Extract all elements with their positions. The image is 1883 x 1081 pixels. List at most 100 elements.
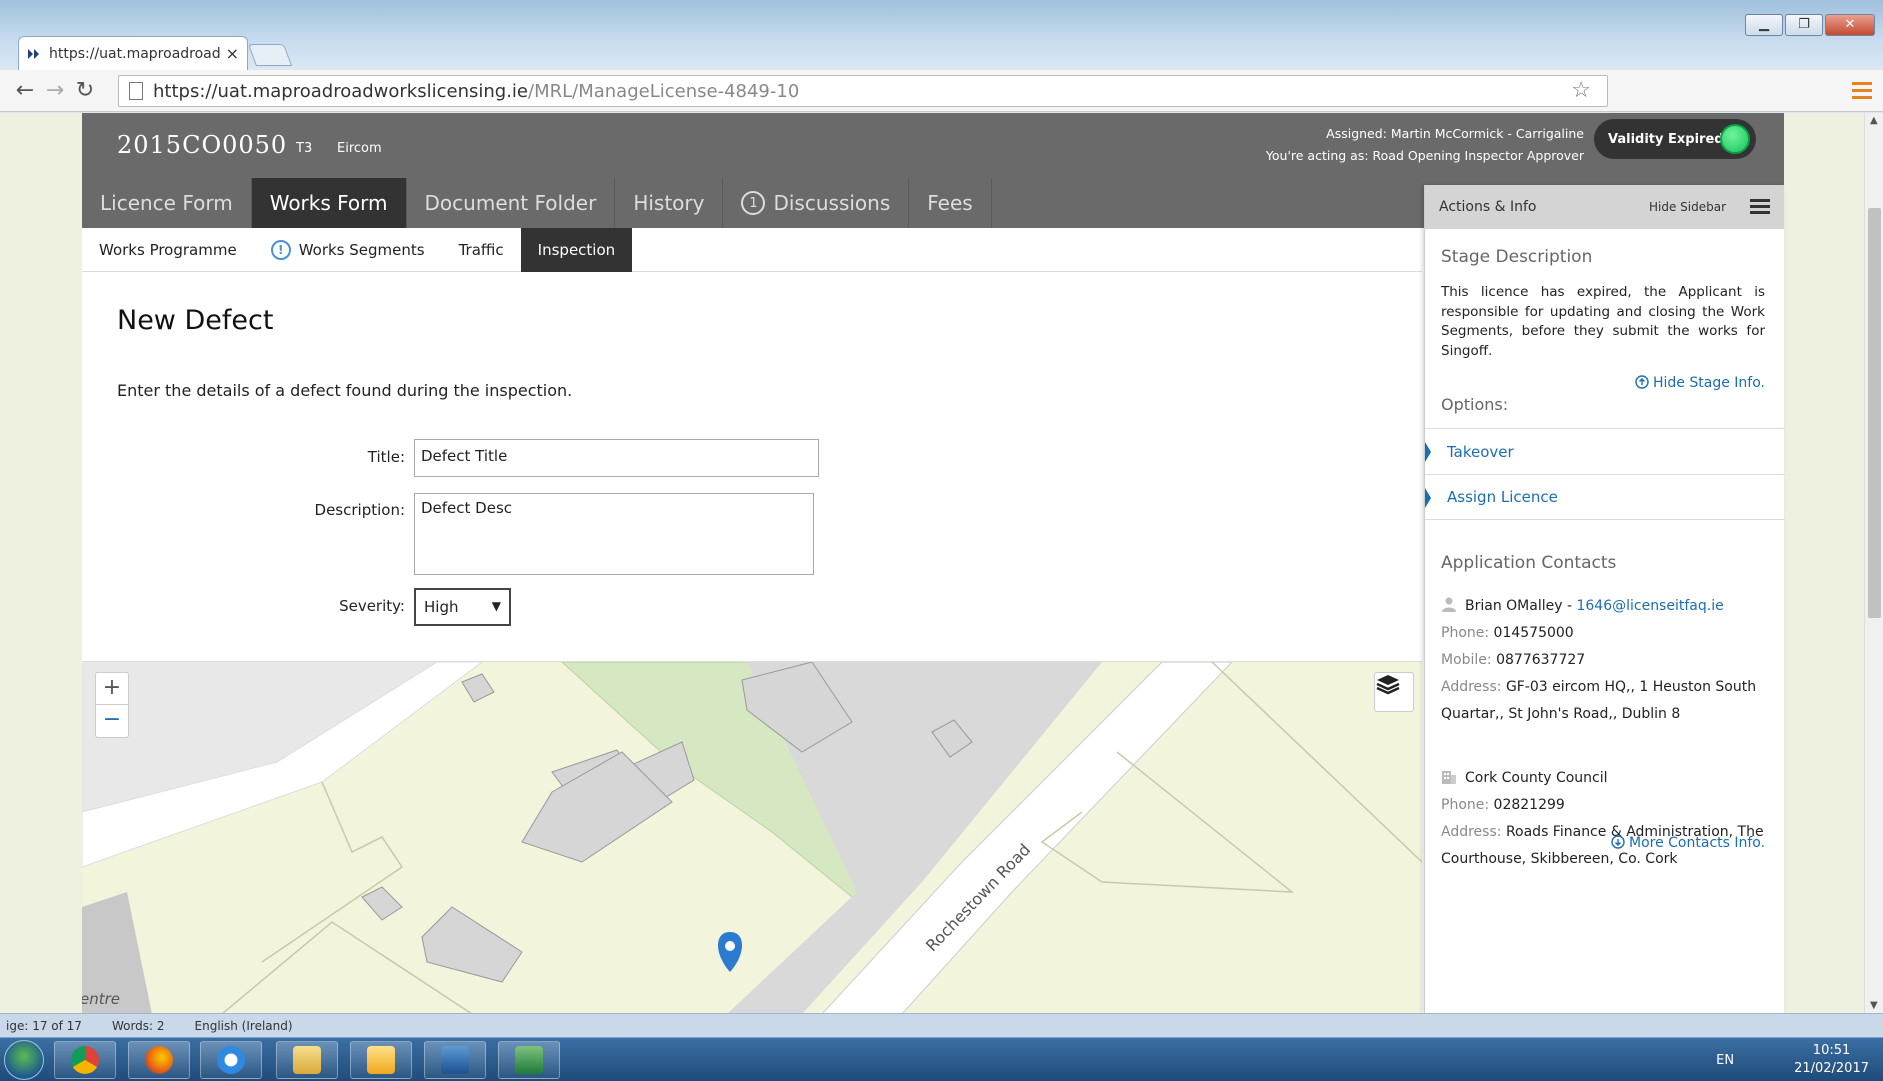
browser-menu-icon[interactable] [1852,78,1872,103]
page-icon [129,82,143,100]
back-button[interactable]: ← [10,78,40,103]
language-indicator[interactable]: EN [1716,1053,1734,1068]
taskbar-firefox[interactable] [128,1041,190,1079]
address-label: Address: [1441,679,1502,695]
sidebar-title: Actions & Info [1439,199,1537,215]
title-field[interactable]: Defect Title [414,439,819,477]
windows-taskbar: EN 10:51 21/02/2017 [0,1037,1883,1081]
scroll-up-arrow-icon[interactable]: ▲ [1870,115,1878,126]
app-container: 2015CO0050 T3 Eircom Assigned: Martin Mc… [82,113,1785,1013]
contact-email-link[interactable]: 1646@licenseitfaq.ie [1576,598,1723,614]
taskbar-chrome[interactable] [54,1041,116,1079]
maximize-button[interactable]: ❐ [1785,14,1823,36]
page-viewport: 2015CO0050 T3 Eircom Assigned: Martin Mc… [0,113,1864,1013]
contact-council: Cork County Council Phone: 02821299 Addr… [1441,765,1771,873]
licence-type: T3 [296,141,313,156]
new-tab-button[interactable] [247,44,293,66]
hide-sidebar-button[interactable]: Hide Sidebar [1649,200,1726,214]
option-label: Takeover [1447,442,1514,461]
hamburger-menu-icon[interactable] [1750,199,1770,217]
sidebar-header: Actions & Info Hide Sidebar [1425,185,1784,229]
subtab-inspection[interactable]: Inspection [520,228,633,272]
actions-info-sidebar: Actions & Info Hide Sidebar Stage Descri… [1424,185,1785,1013]
application-contacts-title: Application Contacts [1441,553,1617,573]
taskbar-internet-explorer[interactable] [200,1041,262,1079]
taskbar-excel[interactable] [498,1041,560,1079]
layers-button[interactable] [1374,672,1414,712]
map-building [461,673,495,703]
contact-name: Brian OMalley - [1465,598,1577,614]
chrome-icon [71,1046,99,1074]
description-label: Description: [314,501,405,519]
severity-value: High [424,598,459,616]
phone-label: Phone: [1441,625,1490,641]
subtab-label: Works Programme [99,241,237,259]
taskbar-outlook[interactable] [350,1041,412,1079]
map-marker-icon[interactable] [718,932,742,972]
severity-label: Severity: [339,597,405,615]
person-icon [1442,597,1456,612]
outlook-icon [367,1046,395,1074]
start-button[interactable] [4,1040,44,1080]
acting-label: You're acting as: [1265,148,1369,163]
hide-stage-info-link[interactable]: Hide Stage Info. [1635,375,1765,391]
form-intro: Enter the details of a defect found duri… [117,381,573,400]
tab-licence-form[interactable]: Licence Form [82,178,252,228]
option-assign-licence[interactable]: Assign Licence [1425,474,1785,520]
tab-close-icon[interactable]: × [226,44,239,63]
validity-indicator-icon [1720,124,1750,154]
close-window-button[interactable]: ✕ [1825,14,1875,36]
subtab-works-programme[interactable]: Works Programme [82,228,254,272]
mobile-label: Mobile: [1441,652,1492,668]
options-title: Options: [1441,395,1509,414]
subtab-works-segments[interactable]: ! Works Segments [254,228,442,272]
forward-button[interactable]: → [40,78,70,103]
option-arrow-icon [1425,442,1431,462]
word-language: English (Ireland) [194,1018,293,1033]
tab-title: https://uat.maproadroadw [49,45,220,62]
zoom-in-button[interactable]: + [96,673,128,705]
tab-discussions[interactable]: 1 Discussions [723,178,910,228]
inspection-map[interactable]: + − Rochestown Road entre [82,661,1422,1013]
sub-tabs: Works Programme ! Works Segments Traffic … [82,228,1422,272]
word-icon [441,1046,469,1074]
layers-icon [1376,675,1400,695]
map-marker-dot [725,941,735,951]
excel-icon [515,1046,543,1074]
minimize-button[interactable]: ▁ [1745,14,1783,36]
tab-fees[interactable]: Fees [909,178,992,228]
option-takeover[interactable]: Takeover [1425,428,1785,474]
tab-history[interactable]: History [615,178,724,228]
taskbar-file-explorer[interactable] [276,1041,338,1079]
tab-document-folder[interactable]: Document Folder [407,178,616,228]
contact-applicant: Brian OMalley - 1646@licenseitfaq.ie Pho… [1441,593,1771,728]
window-controls: ▁ ❐ ✕ [1745,14,1875,36]
tab-works-form[interactable]: Works Form [251,178,407,228]
chevron-down-icon: ▼ [491,599,501,613]
arrow-down-circle-icon [1611,835,1625,849]
bookmark-star-icon[interactable]: ☆ [1571,78,1591,103]
url-input[interactable]: https://uat.maproadroadworkslicensing.ie… [118,75,1608,107]
arrow-up-circle-icon [1635,375,1649,389]
description-field[interactable]: Defect Desc [414,493,814,575]
clock-time: 10:51 [1812,1043,1851,1058]
subtab-label: Inspection [537,241,616,259]
clock[interactable]: 10:51 21/02/2017 [1794,1042,1869,1078]
zoom-out-button[interactable]: − [96,705,128,737]
scrollbar-thumb[interactable] [1868,208,1881,618]
taskbar-word[interactable] [424,1041,486,1079]
page-scrollbar[interactable]: ▲ ▼ [1864,113,1883,1013]
scroll-down-arrow-icon[interactable]: ▼ [1870,1000,1878,1011]
stage-description-text: This licence has expired, the Applicant … [1441,284,1765,359]
reload-button[interactable]: ↻ [70,78,100,103]
map-building [361,886,403,921]
url-host: https://uat.maproadroadworkslicensing.ie [153,80,529,102]
browser-tab[interactable]: https://uat.maproadroadw × [18,36,248,70]
subtab-traffic[interactable]: Traffic [442,228,521,272]
severity-select[interactable]: High ▼ [414,588,511,626]
map-zoom-control: + − [95,672,129,738]
tab-label: History [633,191,705,215]
more-contacts-info-link[interactable]: More Contacts Info. [1611,835,1765,851]
map-building [421,906,523,983]
hide-stage-info-label: Hide Stage Info. [1653,375,1765,391]
